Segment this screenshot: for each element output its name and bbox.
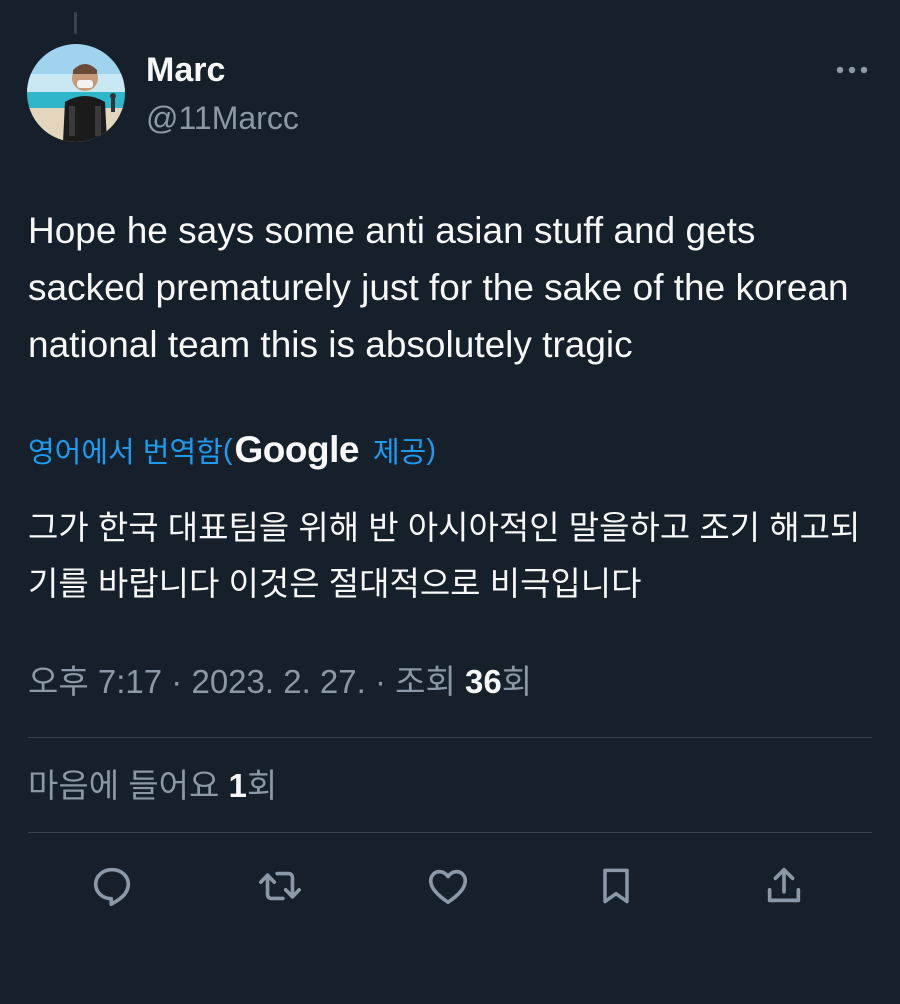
likes-summary[interactable]: 마음에 들어요 1회 xyxy=(28,762,277,810)
avatar[interactable] xyxy=(27,44,125,142)
likes-label: 마음에 들어요 xyxy=(28,767,220,804)
google-logo: Google xyxy=(234,429,360,470)
divider xyxy=(28,832,872,833)
views-count: 36 xyxy=(465,663,502,700)
likes-count: 1 xyxy=(228,767,247,804)
more-dots-icon xyxy=(836,66,868,74)
share-icon xyxy=(767,867,801,903)
tweet-time[interactable]: 오후 7:17 xyxy=(28,663,162,700)
views-label: 조회 xyxy=(395,663,456,700)
more-options-button[interactable] xyxy=(826,52,878,88)
provided-by-label: 제공 xyxy=(372,437,427,469)
translation-attribution: 영어에서 번역함 ( Google 제공 ) xyxy=(28,426,436,474)
tweet-text: Hope he says some anti asian stuff and g… xyxy=(28,210,849,365)
close-paren: ) xyxy=(426,433,436,466)
reply-button[interactable] xyxy=(84,860,140,912)
avatar-image xyxy=(27,44,125,142)
translated-text: 그가 한국 대표팀을 위해 반 아시아적인 말을하고 조기 해고되기를 바랍니다… xyxy=(28,509,861,602)
retweet-button[interactable] xyxy=(252,860,308,912)
views-suffix: 회 xyxy=(501,663,533,700)
tweet-date[interactable]: 2023. 2. 27. xyxy=(191,663,365,700)
bookmark-icon xyxy=(603,868,629,904)
retweet-icon xyxy=(259,871,301,901)
meta-separator: · xyxy=(171,663,183,700)
like-button[interactable] xyxy=(420,860,476,912)
meta-separator: · xyxy=(374,663,386,700)
author-name[interactable]: Marc xyxy=(146,50,225,90)
author-handle[interactable]: @11Marcc xyxy=(146,98,299,138)
bookmark-button[interactable] xyxy=(588,860,644,912)
share-button[interactable] xyxy=(756,860,812,912)
open-paren: ( xyxy=(222,433,233,466)
thread-connector-line xyxy=(74,12,77,34)
divider xyxy=(28,737,872,738)
heart-icon xyxy=(428,869,468,905)
translated-from-link[interactable]: 영어에서 번역함 xyxy=(28,429,223,471)
likes-suffix: 회 xyxy=(246,767,278,804)
reply-icon xyxy=(93,867,131,907)
tweet-metadata: 오후 7:17 · 2023. 2. 27. · 조회 36회 xyxy=(28,658,532,706)
